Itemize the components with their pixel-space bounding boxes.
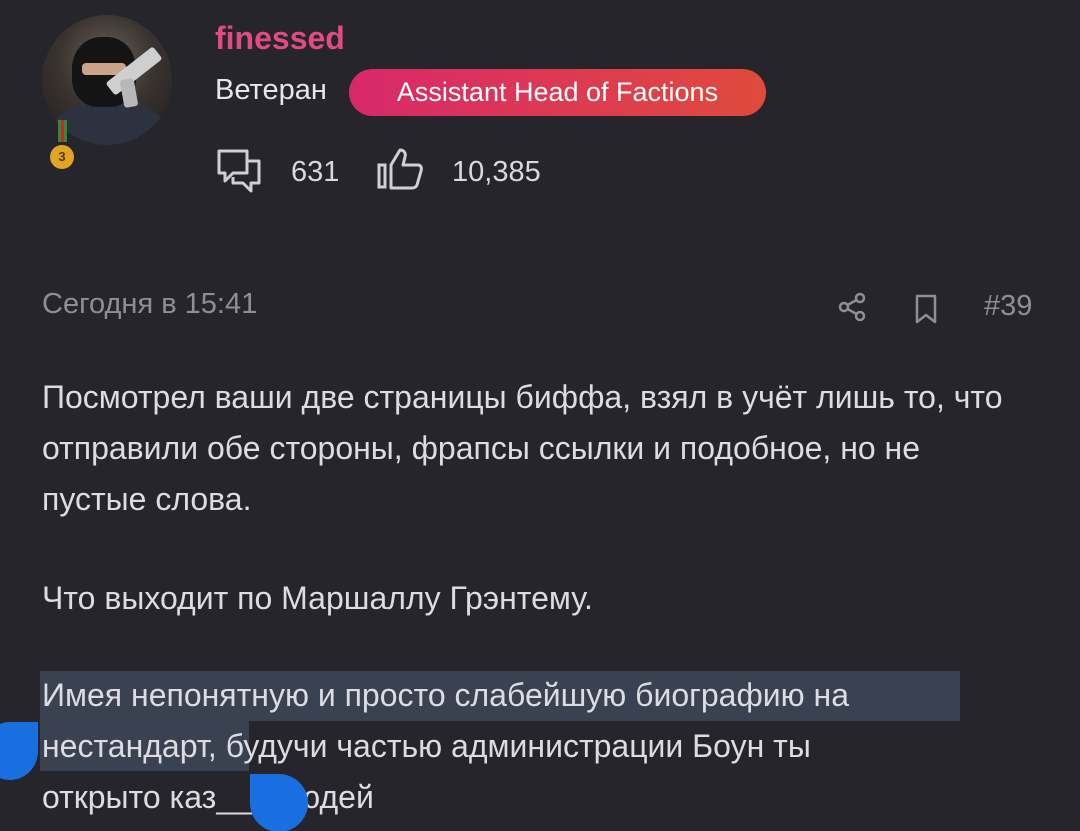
messages-count: 631: [291, 156, 340, 188]
medal-icon: 3: [49, 120, 75, 174]
medal-level: 3: [50, 145, 74, 169]
post-paragraph-1: Посмотрел ваши две страницы биффа, взял …: [42, 379, 1003, 517]
like-icon: [377, 148, 423, 190]
messages-icon: [217, 149, 261, 193]
role-badge: Assistant Head of Factions: [349, 69, 766, 116]
username[interactable]: finessed: [215, 20, 345, 57]
selected-text: нестандарт,: [42, 728, 217, 764]
post-paragraph-3-line-1: Имея непонятную и просто слабейшую биогр…: [42, 677, 849, 713]
bookmark-icon[interactable]: [914, 294, 938, 324]
forum-post: 3 finessed Ветеран Assistant Head of Fac…: [0, 0, 1080, 831]
reactions-count: 10,385: [452, 156, 541, 188]
selection-start-handle[interactable]: [0, 722, 38, 780]
post-paragraph-3-line-3: открыто каз__ь людей: [42, 779, 374, 815]
post-number[interactable]: #39: [984, 290, 1032, 323]
user-rank: Ветеран: [215, 74, 327, 106]
post-paragraph-3-line-2: нестандарт, будучи частью администрации …: [42, 721, 811, 772]
selection-end-handle[interactable]: [250, 774, 308, 831]
post-paragraph-2: Что выходит по Маршаллу Грэнтему.: [42, 580, 593, 616]
line-text: будучи частью администрации Боун ты: [216, 728, 811, 764]
post-timestamp[interactable]: Сегодня в 15:41: [42, 288, 257, 321]
share-icon[interactable]: [837, 292, 867, 322]
